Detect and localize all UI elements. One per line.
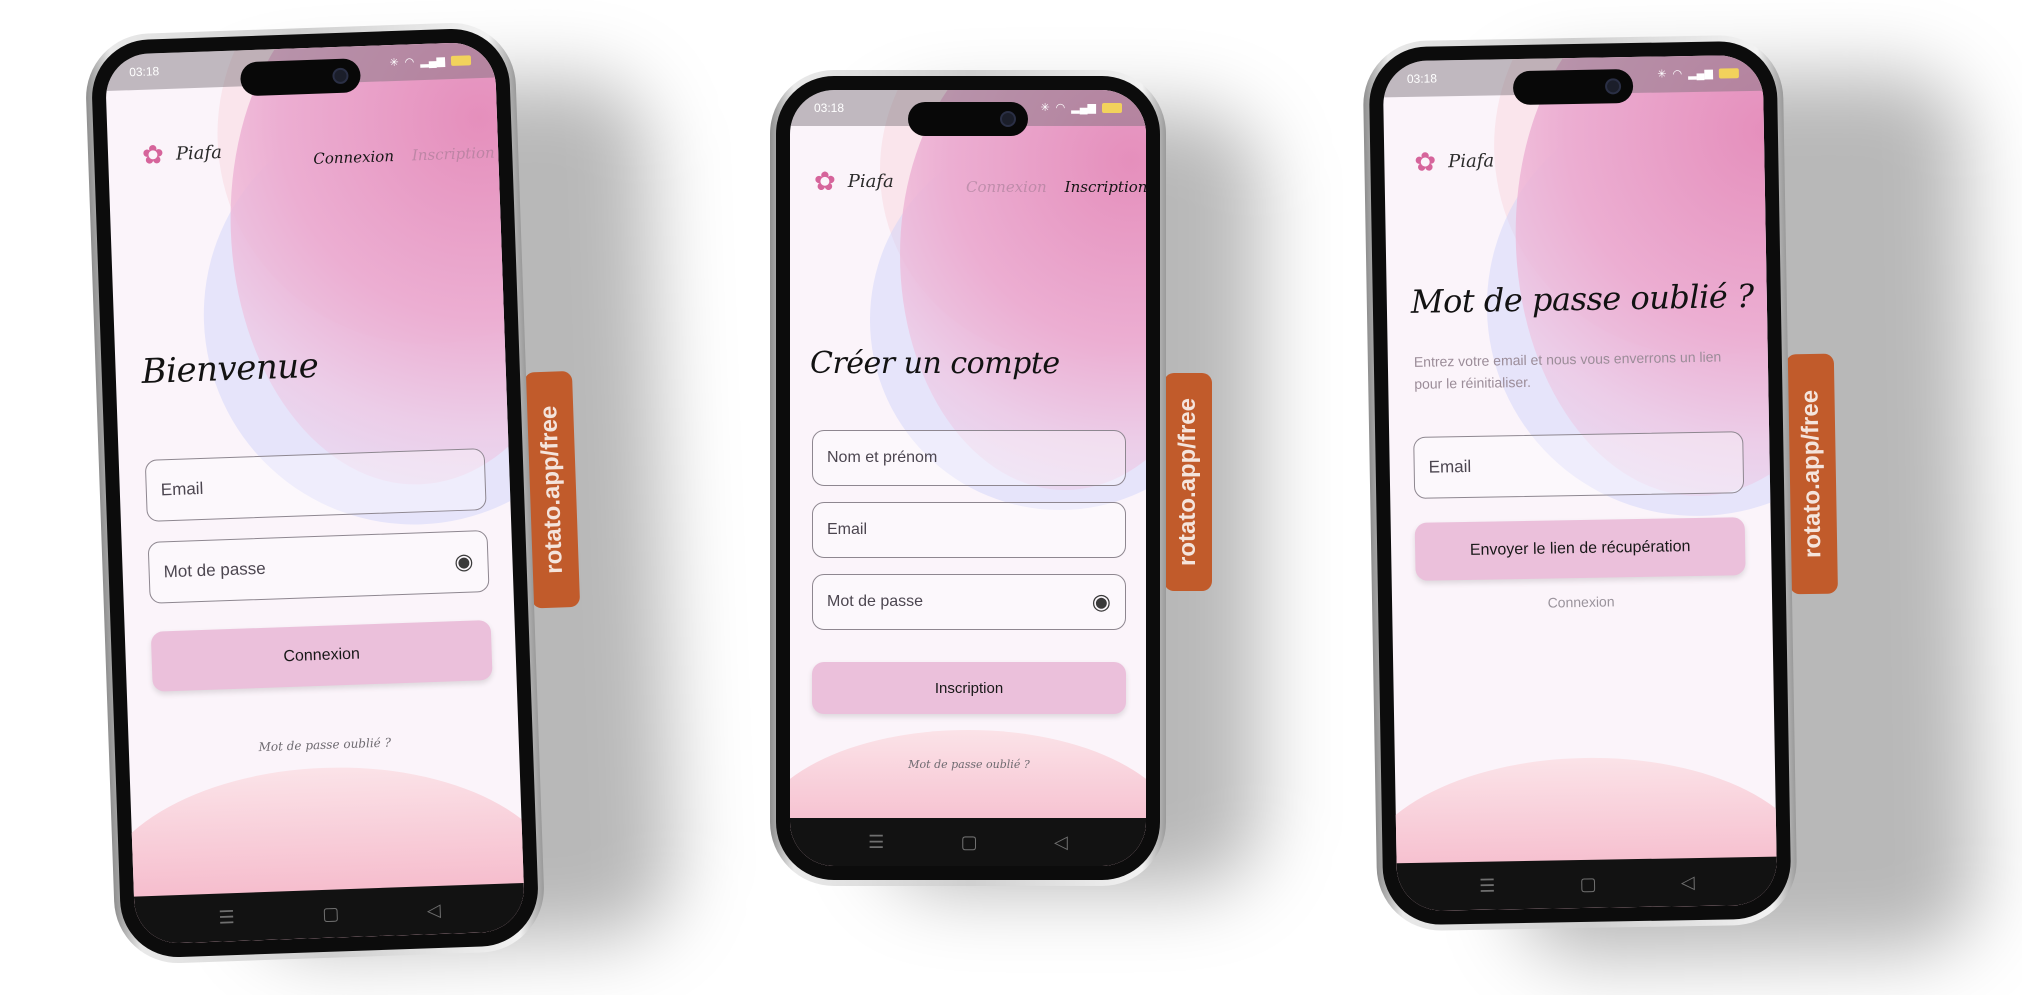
connexion-button[interactable]: Connexion — [150, 619, 493, 692]
tab-inscription[interactable]: Inscription — [412, 144, 495, 165]
phone-signup: rotato.app/free 03:18 ✳ ◠ ▂▄▆ ✿ Piafa Co… — [770, 70, 1260, 890]
email-field[interactable]: Email — [144, 448, 487, 522]
connexion-button-label: Connexion — [283, 645, 361, 666]
menu-icon[interactable]: ☰ — [218, 907, 235, 929]
wifi-icon: ◠ — [1672, 67, 1683, 80]
battery-icon — [1718, 68, 1739, 79]
menu-icon[interactable]: ☰ — [868, 832, 884, 853]
battery-icon — [1102, 103, 1122, 113]
menu-icon[interactable]: ☰ — [1479, 875, 1496, 896]
full-name-field[interactable]: Nom et prénom — [812, 430, 1126, 486]
camera-icon — [1000, 111, 1016, 127]
phone-frame: 03:18 ✳ ◠ ▂▄▆ ✿ Piafa Mot de passe oubli… — [1362, 34, 1798, 932]
back-icon[interactable]: ◁ — [1681, 872, 1695, 893]
watermark-tag: rotato.app/free — [1785, 353, 1838, 595]
password-field[interactable]: Mot de passe ◉ — [147, 530, 490, 604]
wifi-icon: ◠ — [404, 55, 415, 69]
piafa-flower-icon: ✿ — [814, 166, 836, 196]
eye-off-icon[interactable]: ◉ — [1092, 591, 1111, 613]
email-placeholder: Email — [827, 521, 868, 538]
send-recovery-link-label: Envoyer le lien de récupération — [1469, 538, 1691, 559]
back-icon[interactable]: ◁ — [1054, 832, 1068, 853]
brand-name: Piafa — [847, 171, 894, 192]
watermark-tag: rotato.app/free — [1164, 373, 1212, 591]
password-placeholder: Mot de passe — [827, 593, 924, 610]
home-icon[interactable]: ▢ — [961, 832, 978, 853]
watermark-text: rotato.app/free — [1174, 397, 1201, 567]
battery-icon — [450, 55, 472, 66]
page-subtitle: Entrez votre email et nous vous enverron… — [1413, 348, 1722, 392]
vibrate-icon: ✳ — [389, 56, 399, 69]
phone-frame: 03:18 ✳ ◠ ▂▄▆ ✿ Piafa Connexion Inscript… — [83, 20, 547, 966]
eye-off-icon[interactable]: ◉ — [454, 549, 474, 575]
full-name-placeholder: Nom et prénom — [827, 449, 938, 466]
brand-name: Piafa — [175, 142, 223, 165]
showcase-stage: rotato.app/free 03:18 ✳ ◠ ▂▄▆ ✿ Piafa Co… — [0, 0, 2022, 995]
inscription-button[interactable]: Inscription — [812, 662, 1126, 714]
brand: ✿ Piafa — [814, 166, 894, 197]
email-field[interactable]: Email — [812, 502, 1126, 558]
connexion-link[interactable]: Connexion — [1416, 591, 1746, 613]
back-icon[interactable]: ◁ — [427, 899, 442, 920]
page-title: Créer un compte — [810, 346, 1060, 381]
home-icon[interactable]: ▢ — [1579, 873, 1596, 894]
phone-login: rotato.app/free 03:18 ✳ ◠ ▂▄▆ ✿ Piafa Co… — [83, 20, 676, 966]
login-screen: 03:18 ✳ ◠ ▂▄▆ ✿ Piafa Connexion Inscript… — [104, 41, 526, 945]
brand: ✿ Piafa — [142, 137, 223, 171]
inscription-button-label: Inscription — [934, 679, 1004, 697]
signup-screen: 03:18 ✳ ◠ ▂▄▆ ✿ Piafa Connexion Inscript… — [790, 90, 1146, 866]
password-field[interactable]: Mot de passe ◉ — [812, 574, 1126, 630]
signal-icon: ▂▄▆ — [1071, 101, 1096, 114]
tab-connexion[interactable]: Connexion — [966, 178, 1047, 196]
phone-forgot-password: rotato.app/free 03:18 ✳ ◠ ▂▄▆ ✿ Piafa Mo… — [1362, 34, 1979, 960]
auth-tabs: Connexion Inscription — [966, 178, 1146, 196]
piafa-flower-icon: ✿ — [141, 139, 165, 170]
phone-frame: 03:18 ✳ ◠ ▂▄▆ ✿ Piafa Connexion Inscript… — [770, 70, 1166, 886]
camera-icon — [1604, 78, 1622, 95]
signal-icon: ▂▄▆ — [420, 54, 446, 68]
email-field[interactable]: Email — [1413, 431, 1745, 499]
wifi-icon: ◠ — [1055, 101, 1066, 114]
dynamic-island — [1512, 69, 1634, 106]
password-placeholder: Mot de passe — [163, 558, 266, 582]
watermark-text: rotato.app/free — [1796, 389, 1827, 559]
system-nav-bar: ☰ ▢ ◁ — [790, 818, 1146, 866]
status-time: 03:18 — [814, 101, 845, 115]
page-title: Mot de passe oublié ? — [1410, 276, 1754, 321]
forgot-password-link[interactable]: Mot de passe oublié ? — [812, 758, 1126, 771]
piafa-flower-icon: ✿ — [1414, 146, 1437, 177]
dynamic-island — [239, 58, 362, 97]
page-title: Bienvenue — [140, 345, 319, 392]
brand-name: Piafa — [1447, 150, 1495, 173]
email-placeholder: Email — [160, 478, 204, 500]
signal-icon: ▂▄▆ — [1688, 67, 1713, 80]
status-time: 03:18 — [1406, 71, 1438, 86]
camera-icon — [332, 67, 349, 85]
status-time: 03:18 — [128, 64, 160, 80]
system-nav-bar: ☰ ▢ ◁ — [1396, 856, 1778, 912]
tab-inscription[interactable]: Inscription — [1065, 178, 1146, 196]
watermark-text: rotato.app/free — [535, 405, 568, 575]
tab-connexion[interactable]: Connexion — [313, 147, 394, 168]
dynamic-island — [908, 102, 1028, 136]
send-recovery-link-button[interactable]: Envoyer le lien de récupération — [1414, 517, 1746, 581]
vibrate-icon: ✳ — [1657, 67, 1667, 81]
vibrate-icon: ✳ — [1040, 101, 1050, 114]
email-placeholder: Email — [1428, 456, 1472, 477]
forgot-password-screen: 03:18 ✳ ◠ ▂▄▆ ✿ Piafa Mot de passe oubli… — [1382, 54, 1778, 912]
brand: ✿ Piafa — [1414, 145, 1494, 177]
forgot-password-link[interactable]: Mot de passe oublié ? — [155, 732, 495, 758]
home-icon[interactable]: ▢ — [322, 903, 340, 925]
